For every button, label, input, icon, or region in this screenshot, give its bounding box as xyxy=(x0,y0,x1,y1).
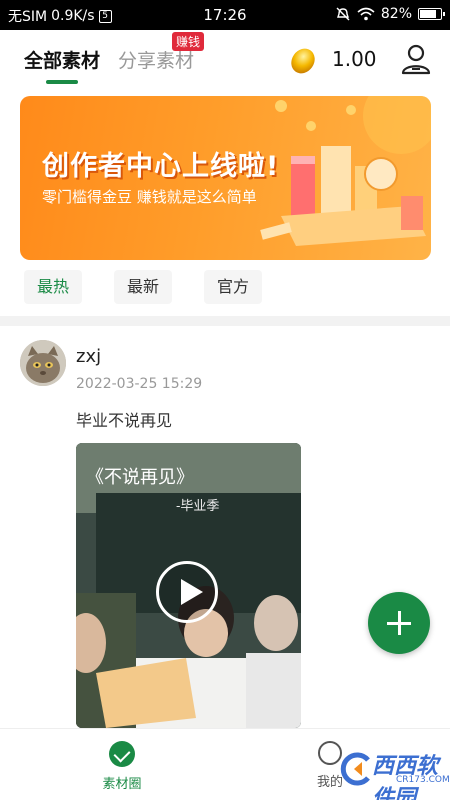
watermark-subtext: CR173.COM xyxy=(396,775,450,785)
site-watermark: 西西软件园 CR173.COM xyxy=(340,748,450,800)
bean-balance: 1.00 xyxy=(332,47,377,71)
status-bar: 无SIM 0.9K/s 5 17:26 82% xyxy=(0,0,450,30)
play-button-icon[interactable] xyxy=(156,561,218,623)
section-divider xyxy=(0,316,450,326)
cat-avatar-image xyxy=(20,340,66,386)
user-profile-icon[interactable] xyxy=(400,42,432,76)
add-post-button[interactable] xyxy=(368,592,430,654)
active-tab-indicator xyxy=(46,80,78,84)
battery-percent: 82% xyxy=(380,6,412,22)
nav-label-materials: 素材圈 xyxy=(102,777,142,792)
avatar[interactable] xyxy=(20,340,66,386)
watermark-logo-icon xyxy=(340,752,370,786)
mute-icon xyxy=(336,7,350,21)
battery-icon xyxy=(418,8,445,20)
profile-circle-icon xyxy=(318,741,342,765)
post-text: 毕业不说再见 xyxy=(76,411,173,430)
watermark-text: 西西软件园 xyxy=(372,754,439,800)
filter-official[interactable]: 官方 xyxy=(204,270,263,304)
header: 全部素材 分享素材 赚钱 1.00 xyxy=(0,30,450,92)
post-username[interactable]: zxj xyxy=(76,346,101,367)
screen: 无SIM 0.9K/s 5 17:26 82% 全部素材 分享素材 赚钱 1.0… xyxy=(0,0,450,800)
filter-newest[interactable]: 最新 xyxy=(114,270,173,304)
video-thumbnail[interactable]: 《不说再见》 -毕业季 xyxy=(76,443,301,728)
filter-chips: 最热 最新 官方 xyxy=(24,270,263,304)
video-title: 《不说再见》 xyxy=(86,467,194,488)
video-caption: -毕业季 xyxy=(176,499,220,514)
wifi-icon xyxy=(357,7,375,21)
banner-subtitle: 零门槛得金豆 赚钱就是这么简单 xyxy=(42,188,257,206)
post-timestamp: 2022-03-25 15:29 xyxy=(76,376,203,392)
battery-fill xyxy=(420,10,436,18)
check-circle-icon xyxy=(109,741,135,767)
nav-item-materials[interactable]: 素材圈 xyxy=(92,741,152,792)
status-right: 82% xyxy=(335,6,445,22)
banner-title: 创作者中心上线啦! xyxy=(42,151,280,182)
creator-center-banner[interactable]: 创作者中心上线啦! 零门槛得金豆 赚钱就是这么简单 xyxy=(20,96,431,260)
earn-badge: 赚钱 xyxy=(172,32,205,51)
filter-hottest[interactable]: 最热 xyxy=(24,270,83,304)
tab-all-materials[interactable]: 全部素材 xyxy=(24,46,100,73)
gold-bean-icon xyxy=(291,48,315,74)
